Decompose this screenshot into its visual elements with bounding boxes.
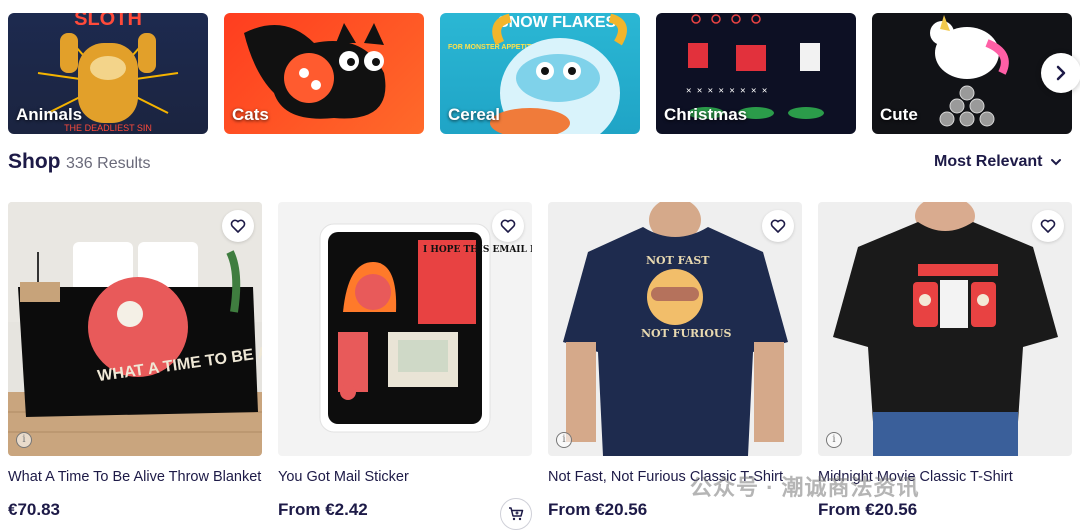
sort-dropdown[interactable]: Most Relevant: [934, 153, 1062, 171]
product-card[interactable]: i Midnight Movie Classic T-Shirt From €2…: [818, 202, 1072, 519]
wishlist-button[interactable]: [492, 210, 524, 242]
info-icon[interactable]: i: [556, 432, 572, 448]
results-count: 336 Results: [66, 155, 151, 172]
animals-art-top-text: SLOTH: [74, 13, 142, 30]
add-to-cart-icon: [509, 507, 524, 521]
cereal-art-top-text: SNOW FLAKES: [498, 14, 617, 31]
sort-label: Most Relevant: [934, 153, 1043, 170]
wishlist-button[interactable]: [1032, 210, 1064, 242]
product-title[interactable]: What A Time To Be Alive Throw Blanket: [8, 469, 262, 485]
category-card-animals[interactable]: SLOTH THE DEADLIEST SIN Animals: [8, 13, 208, 134]
heart-icon: [1040, 219, 1056, 233]
svg-text:✕ ✕ ✕ ✕ ✕ ✕ ✕ ✕: ✕ ✕ ✕ ✕ ✕ ✕ ✕ ✕: [686, 86, 767, 96]
category-card-cereal[interactable]: SNOW FLAKES FOR MONSTER APPETITES! Cerea…: [440, 13, 640, 134]
product-image[interactable]: NOT FAST NOT FURIOUS i: [548, 202, 802, 456]
product-title[interactable]: You Got Mail Sticker: [278, 469, 532, 485]
product-image[interactable]: I HOPE THIS EMAIL FINDS YOU WELL: [278, 202, 532, 456]
carousel-next-button[interactable]: [1041, 53, 1080, 93]
category-label: Cats: [232, 105, 269, 124]
wishlist-button[interactable]: [222, 210, 254, 242]
product-price: From €20.56: [818, 500, 918, 519]
heart-icon: [230, 219, 246, 233]
category-card-cats[interactable]: Cats: [224, 13, 424, 134]
product-image[interactable]: WHAT A TIME TO BE ALIVE i: [8, 202, 262, 456]
heart-icon: [770, 219, 786, 233]
product-art-sticker: I HOPE THIS EMAIL FINDS YOU WELL: [319, 223, 532, 433]
shirt-art-top-text: NOT FAST: [646, 254, 710, 267]
product-price: From €20.56: [548, 500, 648, 519]
sticker-art-text: I HOPE THIS EMAIL FINDS YOU WELL: [423, 245, 532, 255]
watermark-text: 公众号 · 潮诚商法资讯: [690, 475, 920, 500]
product-card[interactable]: NOT FAST NOT FURIOUS i Not Fast, Not Fur…: [548, 202, 802, 519]
add-to-cart-button[interactable]: [500, 498, 532, 530]
shirt-art-bottom-text: NOT FURIOUS: [641, 327, 732, 340]
info-icon[interactable]: i: [826, 432, 842, 448]
wishlist-button[interactable]: [762, 210, 794, 242]
chevron-down-icon: [1051, 159, 1062, 166]
product-card[interactable]: WHAT A TIME TO BE ALIVE i What A Time To…: [8, 202, 262, 519]
heart-icon: [500, 219, 516, 233]
category-card-christmas[interactable]: ✕ ✕ ✕ ✕ ✕ ✕ ✕ ✕ Christmas: [656, 13, 856, 134]
product-price: €70.83: [8, 500, 60, 519]
product-image[interactable]: i: [818, 202, 1072, 456]
category-label: Cereal: [448, 105, 500, 124]
category-label: Christmas: [664, 105, 748, 124]
product-art-navy-tshirt: NOT FAST NOT FURIOUS: [563, 202, 788, 456]
product-art-black-tshirt: [833, 202, 1058, 456]
chevron-right-icon: [1056, 65, 1066, 81]
category-carousel: SLOTH THE DEADLIEST SIN Animals Cats SNO…: [8, 13, 1080, 134]
product-card[interactable]: I HOPE THIS EMAIL FINDS YOU WELL You Got…: [278, 202, 532, 519]
product-art-blanket: WHAT A TIME TO BE ALIVE: [8, 202, 262, 456]
category-label: Animals: [16, 105, 83, 124]
product-price: From €2.42: [278, 500, 368, 519]
shop-heading: Shop: [8, 150, 61, 173]
info-icon[interactable]: i: [16, 432, 32, 448]
category-label: Cute: [880, 105, 918, 124]
